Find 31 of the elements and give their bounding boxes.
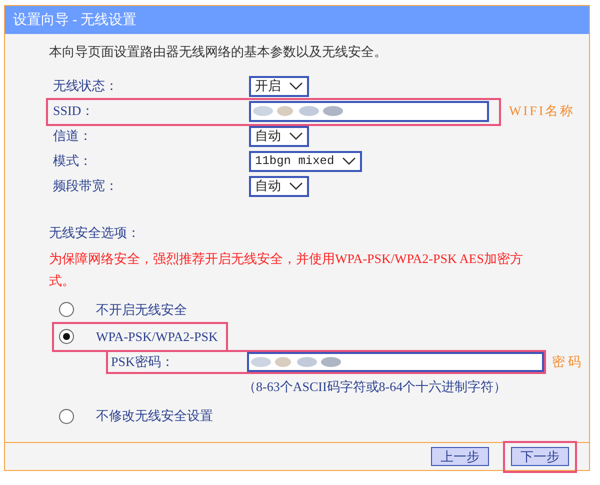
caret-icon [289, 132, 303, 140]
annotation-label: 密码 [552, 353, 584, 372]
dropdown[interactable]: 开启 [249, 76, 309, 96]
radio-label: WPA-PSK/WPA2-PSK [96, 328, 218, 346]
section-heading: 无线安全选项： [49, 224, 141, 242]
password-field[interactable] [247, 352, 544, 372]
intro-text: 本向导页面设置路由器无线网络的基本参数以及无线安全。 [49, 43, 388, 61]
warning-text: 为保障网络安全，强烈推荐开启无线安全，并使用WPA-PSK/WPA2-PSK AES加密方式。 [49, 250, 524, 290]
field-label: 模式： [53, 152, 93, 170]
caret-icon [342, 157, 356, 165]
caret-icon [289, 82, 303, 90]
caret-icon [289, 182, 303, 190]
radio-button[interactable] [59, 329, 74, 344]
annotation-label: WIFI名称 [509, 102, 576, 120]
field-label: SSID： [53, 102, 96, 120]
field-label: PSK密码： [111, 353, 175, 372]
next-button[interactable]: 下一步 [511, 446, 569, 466]
back-button[interactable]: 上一步 [431, 446, 489, 466]
field-label: 无线状态： [53, 77, 119, 96]
field-label: 频段带宽： [53, 177, 119, 196]
dropdown[interactable]: 自动 [249, 126, 309, 146]
radio-label: 不开启无线安全 [96, 300, 187, 319]
radio-button[interactable] [59, 408, 74, 424]
dropdown[interactable]: 自动 [249, 176, 309, 196]
dropdown[interactable]: 11bgn mixed [249, 150, 362, 172]
input-field[interactable] [249, 100, 489, 122]
radio-label: 不修改无线安全设置 [96, 407, 213, 426]
window-title: 设置向导 - 无线设置 [13, 12, 137, 30]
field-label: 信道： [53, 127, 93, 146]
radio-button[interactable] [59, 302, 74, 317]
hint-text: （8-63个ASCII码字符或8-64个十六进制字符） [243, 378, 508, 396]
